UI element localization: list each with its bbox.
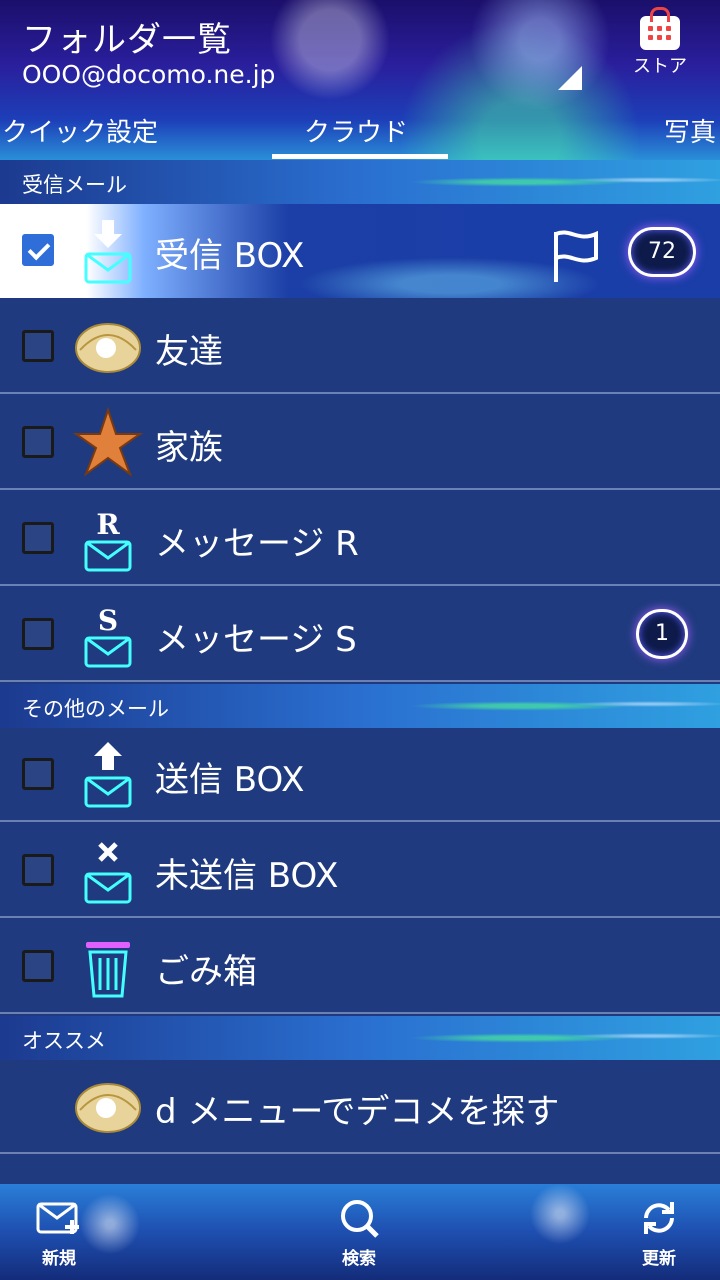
compose-button[interactable]: 新規 — [14, 1198, 104, 1274]
folder-checkbox[interactable] — [22, 758, 54, 790]
page-title: フォルダ一覧 — [22, 20, 232, 60]
store-label: ストア — [633, 56, 687, 77]
compose-label: 新規 — [42, 1249, 76, 1269]
folder-label: 未送信 BOX — [155, 856, 339, 896]
folder-label: メッセージ R — [155, 524, 359, 564]
refresh-label: 更新 — [642, 1249, 676, 1269]
outbox-icon — [84, 742, 132, 808]
folder-label: ごみ箱 — [155, 952, 257, 992]
folder-label: 受信 BOX — [155, 236, 305, 276]
section-header-other: その他のメール — [0, 684, 720, 728]
account-dropdown-icon[interactable] — [558, 66, 582, 90]
folder-row-message-r[interactable]: R メッセージ R — [0, 492, 720, 586]
store-button[interactable]: ストア — [620, 7, 700, 82]
folder-row-message-s[interactable]: S メッセージ S 1 — [0, 588, 720, 682]
trash-icon — [86, 942, 130, 998]
unread-count-badge: 72 — [628, 227, 696, 277]
tab-cloud[interactable]: クラウド — [304, 112, 408, 149]
folder-label: 家族 — [155, 428, 223, 468]
section-header-inbox: 受信メール — [0, 160, 720, 204]
folder-checkbox[interactable] — [22, 618, 54, 650]
folder-checkbox[interactable] — [22, 234, 54, 266]
section-label: その他のメール — [22, 697, 169, 721]
folder-label: 友達 — [155, 332, 223, 372]
folder-checkbox[interactable] — [22, 330, 54, 362]
bottom-nav: 新規 検索 更新 — [0, 1184, 720, 1280]
starfish-icon — [72, 406, 144, 477]
refresh-icon — [644, 1202, 674, 1234]
shopping-bag-icon — [640, 7, 680, 50]
tab-quick-settings[interactable]: クイック設定 — [2, 112, 158, 149]
folder-label: 送信 BOX — [155, 760, 305, 800]
folder-row-inbox[interactable]: 受信 BOX 72 — [0, 204, 720, 298]
message-r-icon: R — [84, 508, 132, 572]
search-button[interactable]: 検索 — [314, 1198, 404, 1274]
folder-checkbox[interactable] — [22, 426, 54, 458]
search-label: 検索 — [342, 1249, 376, 1269]
compose-icon — [36, 1202, 79, 1234]
folder-checkbox[interactable] — [22, 950, 54, 982]
shell-icon — [75, 323, 141, 373]
recommend-row[interactable]: d メニューでデコメを探す — [0, 1060, 720, 1154]
search-icon — [341, 1200, 379, 1238]
flag-icon[interactable] — [550, 228, 602, 284]
folder-checkbox[interactable] — [22, 854, 54, 886]
list-spacer — [0, 1156, 720, 1184]
refresh-button[interactable]: 更新 — [614, 1198, 704, 1274]
message-s-icon: S — [84, 604, 132, 668]
account-email[interactable]: OOO@docomo.ne.jp — [22, 60, 275, 89]
unsent-icon — [84, 842, 132, 904]
folder-row-family[interactable]: 家族 — [0, 396, 720, 490]
recommend-label: d メニューでデコメを探す — [155, 1092, 560, 1132]
folder-checkbox[interactable] — [22, 522, 54, 554]
inbox-icon — [84, 220, 132, 284]
tab-photo[interactable]: 写真 — [664, 112, 716, 149]
folder-row-trash[interactable]: ごみ箱 — [0, 920, 720, 1014]
folder-row-unsent[interactable]: 未送信 BOX — [0, 824, 720, 918]
svg-text:S: S — [98, 604, 118, 637]
active-tab-indicator — [272, 154, 448, 159]
shell-icon — [75, 1083, 141, 1133]
folder-label: メッセージ S — [155, 620, 357, 660]
folder-row-outbox[interactable]: 送信 BOX — [0, 728, 720, 822]
tab-bar: クイック設定 クラウド 写真 — [0, 110, 720, 160]
unread-count-badge: 1 — [636, 609, 688, 659]
folder-row-friends[interactable]: 友達 — [0, 300, 720, 394]
header: フォルダ一覧 OOO@docomo.ne.jp ストア クイック設定 クラウド … — [0, 0, 720, 160]
section-label: オススメ — [22, 1029, 106, 1053]
section-label: 受信メール — [22, 173, 127, 197]
svg-text:R: R — [96, 508, 120, 541]
section-header-recommend: オススメ — [0, 1016, 720, 1060]
